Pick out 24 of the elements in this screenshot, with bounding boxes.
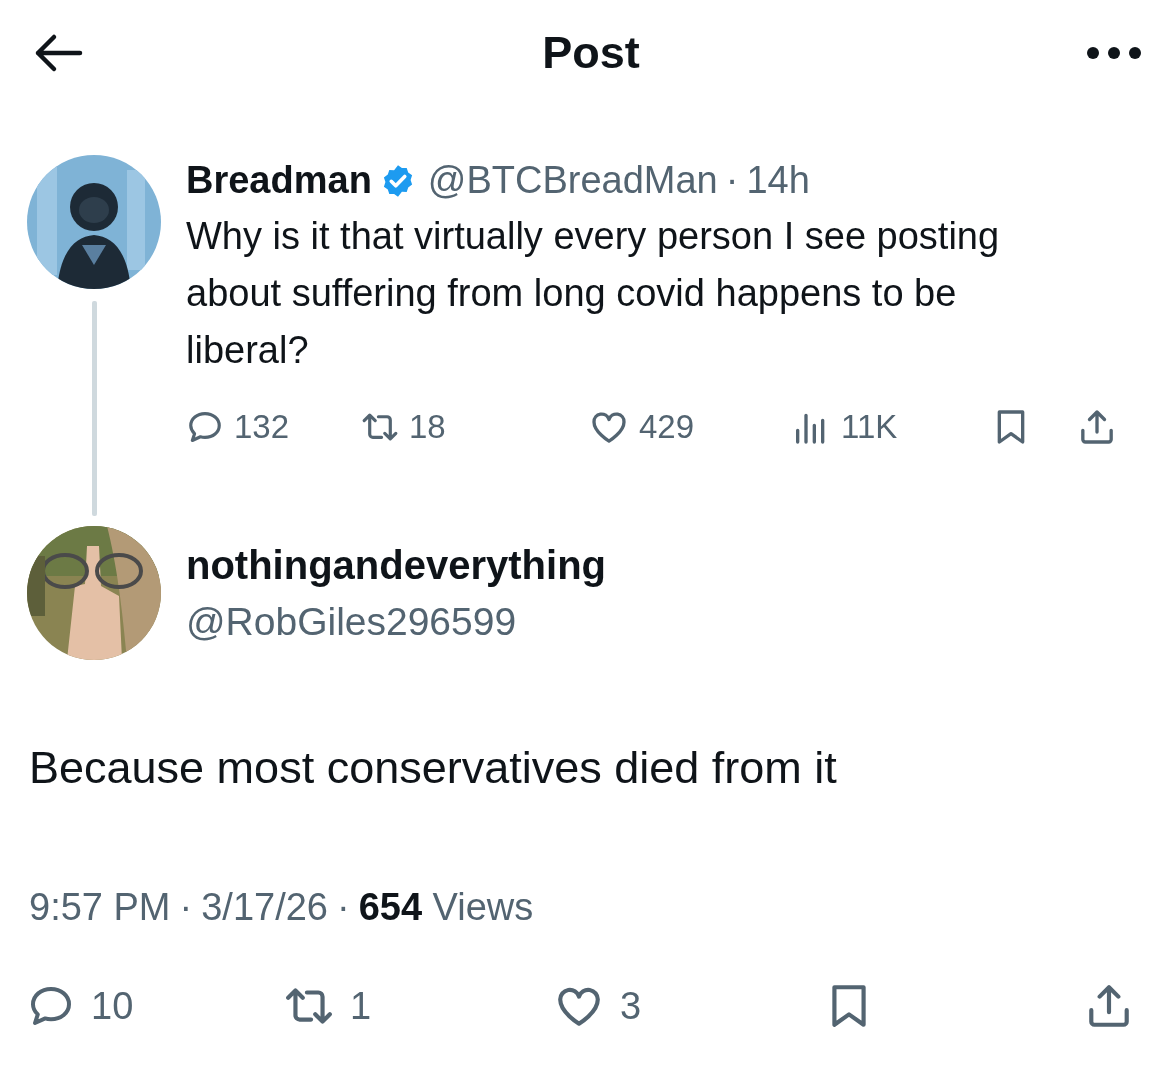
author-name[interactable]: Breadman [186, 159, 372, 202]
post-time: 9:57 PM [29, 886, 171, 929]
repost-count: 18 [409, 408, 446, 446]
reply-text: Because most conservatives died from it [29, 742, 838, 794]
page-title: Post [542, 26, 640, 79]
post-time: 14h [746, 159, 810, 202]
view-count: 11K [841, 408, 898, 446]
repost-count: 1 [350, 984, 372, 1028]
separator: · [337, 886, 350, 929]
reply-count: 132 [234, 408, 290, 446]
more-icon[interactable] [1086, 45, 1142, 60]
separator: · [179, 886, 193, 929]
author-handle[interactable]: @BTCBreadMan [427, 159, 718, 202]
back-arrow-icon[interactable] [34, 32, 84, 73]
like-count: 3 [620, 984, 642, 1028]
views-label: Views [432, 886, 534, 928]
view-count: 654 [358, 886, 423, 928]
post-date: 3/17/26 [201, 886, 328, 929]
author-handle[interactable]: @RobGiles296599 [186, 599, 606, 644]
like-count: 429 [639, 408, 695, 446]
reply-count: 10 [91, 984, 134, 1028]
separator: · [725, 159, 739, 202]
author-name[interactable]: nothingandeverything [186, 542, 606, 588]
post-text: Why is it that virtually every person I see posting about suffering from long covid happens to be liberal? [186, 214, 1001, 373]
